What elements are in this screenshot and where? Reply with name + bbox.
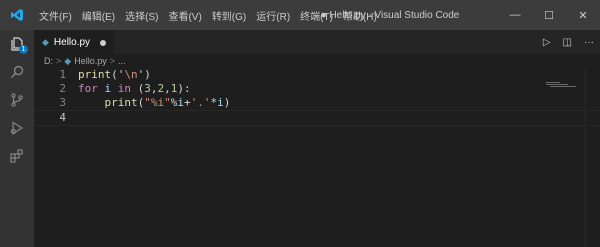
search-icon[interactable] bbox=[0, 58, 34, 86]
code-token: ) bbox=[223, 96, 231, 109]
menu-terminal[interactable]: 终端(T) bbox=[295, 8, 338, 23]
breadcrumb: D: > ◆ Hello.py > ... bbox=[34, 54, 600, 68]
code-token: 3 bbox=[144, 82, 151, 95]
line-number: 4 bbox=[59, 111, 66, 124]
activity-bar: 1 bbox=[0, 30, 34, 247]
code-token: in bbox=[117, 82, 131, 95]
code-editor[interactable]: 1 print('\n') 2 for i in (3,2,1): 3 print("%… bbox=[34, 68, 600, 126]
maximize-button[interactable]: ☐ bbox=[532, 0, 566, 30]
code-token: + bbox=[184, 96, 191, 109]
minimize-button[interactable]: — bbox=[498, 0, 532, 30]
code-token: ') bbox=[137, 68, 151, 81]
code-token: ( bbox=[131, 82, 145, 95]
code-line[interactable]: 3 print("%i"%i+'.'*i) bbox=[34, 96, 600, 110]
unsaved-dot-icon[interactable] bbox=[100, 39, 106, 46]
breadcrumb-separator: > bbox=[56, 56, 62, 66]
code-line[interactable]: 4 bbox=[34, 110, 600, 126]
line-text: print('\n') bbox=[78, 68, 151, 82]
code-token: "%i" bbox=[144, 96, 171, 109]
code-token: print bbox=[104, 96, 138, 109]
menu-help[interactable]: 帮助(H) bbox=[338, 8, 382, 23]
menu-go[interactable]: 转到(G) bbox=[207, 8, 251, 23]
code-token: i bbox=[177, 96, 184, 109]
code-token: , bbox=[150, 82, 158, 95]
code-line[interactable]: 1 print('\n') bbox=[34, 68, 600, 82]
breadcrumb-drive[interactable]: D: bbox=[44, 56, 53, 66]
run-debug-icon[interactable] bbox=[0, 114, 34, 142]
line-number: 3 bbox=[59, 96, 66, 109]
extensions-icon[interactable] bbox=[0, 142, 34, 170]
code-token: , bbox=[164, 82, 171, 95]
menu-edit[interactable]: 编辑(E) bbox=[77, 8, 120, 23]
window-controls: — ☐ ✕ bbox=[498, 0, 600, 30]
code-token: \n bbox=[124, 68, 138, 81]
code-token: '.' bbox=[190, 96, 211, 109]
explorer-badge: 1 bbox=[19, 45, 28, 54]
code-token: ): bbox=[177, 82, 191, 95]
menu-selection[interactable]: 选择(S) bbox=[120, 8, 163, 23]
code-token: print bbox=[78, 68, 112, 81]
line-text: print("%i"%i+'.'*i) bbox=[78, 96, 231, 110]
code-token: i bbox=[217, 96, 224, 109]
python-icon: ◆ bbox=[42, 37, 49, 47]
editor-actions: ▷ ◫ ··· bbox=[543, 30, 594, 54]
vscode-logo-icon bbox=[6, 4, 28, 26]
source-control-icon[interactable] bbox=[0, 86, 34, 114]
vertical-scrollbar[interactable] bbox=[585, 68, 600, 247]
breadcrumb-separator: > bbox=[109, 56, 115, 66]
title-bar: 文件(F) 编辑(E) 选择(S) 查看(V) 转到(G) 运行(R) 终端(T… bbox=[0, 0, 600, 30]
code-token: for bbox=[78, 82, 98, 95]
breadcrumb-file[interactable]: Hello.py bbox=[74, 56, 107, 66]
more-actions-icon[interactable]: ··· bbox=[584, 37, 594, 48]
code-line[interactable]: 2 for i in (3,2,1): bbox=[34, 82, 600, 96]
editor-area: ◆ Hello.py ▷ ◫ ··· D: > ◆ Hello.py > ...… bbox=[34, 30, 600, 247]
run-file-icon[interactable]: ▷ bbox=[543, 37, 551, 48]
tab-bar: ◆ Hello.py ▷ ◫ ··· bbox=[34, 30, 600, 54]
tab-label: Hello.py bbox=[53, 37, 91, 48]
line-number: 1 bbox=[59, 68, 66, 81]
menu-view[interactable]: 查看(V) bbox=[163, 8, 206, 23]
code-token: (' bbox=[111, 68, 125, 81]
explorer-icon[interactable]: 1 bbox=[0, 30, 34, 58]
line-text: for i in (3,2,1): bbox=[78, 82, 191, 96]
split-editor-icon[interactable]: ◫ bbox=[563, 37, 572, 48]
breadcrumb-symbols[interactable]: ... bbox=[118, 56, 126, 66]
tab-hello-py[interactable]: ◆ Hello.py bbox=[34, 30, 114, 54]
menu-file[interactable]: 文件(F) bbox=[34, 8, 77, 23]
menu-run[interactable]: 运行(R) bbox=[251, 8, 295, 23]
python-icon: ◆ bbox=[64, 55, 72, 66]
close-button[interactable]: ✕ bbox=[566, 0, 600, 30]
minimap[interactable] bbox=[546, 82, 586, 88]
menu-bar: 文件(F) 编辑(E) 选择(S) 查看(V) 转到(G) 运行(R) 终端(T… bbox=[34, 8, 382, 23]
line-number: 2 bbox=[59, 82, 66, 95]
